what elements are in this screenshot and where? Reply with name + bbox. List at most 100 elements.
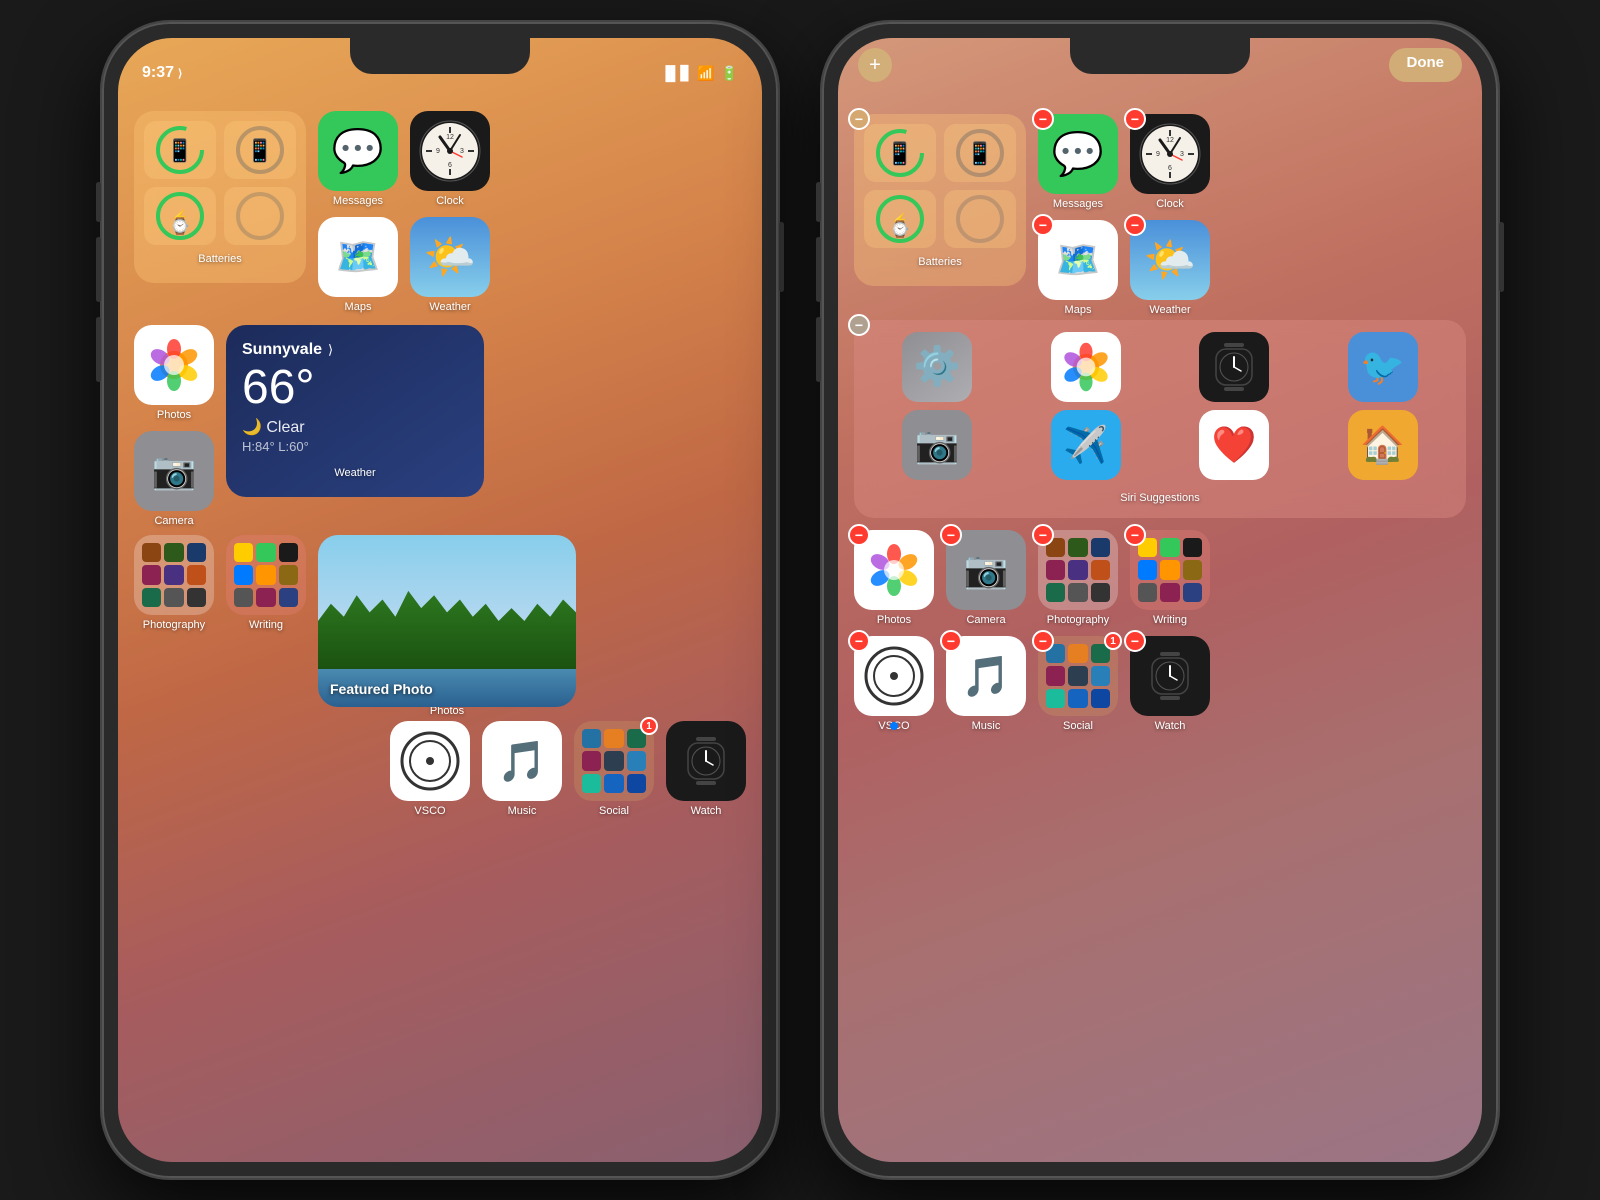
right-watch-app[interactable]: − Watch: [1130, 636, 1210, 732]
add-widget-button[interactable]: +: [858, 48, 892, 82]
right-maps-app[interactable]: − 🗺️ Maps: [1038, 220, 1118, 316]
twitterrific-app[interactable]: 🐦: [1314, 332, 1453, 402]
weather-hi-lo: H:84° L:60°: [242, 439, 468, 454]
svg-text:3: 3: [1180, 151, 1184, 158]
vsco-new-dot: [890, 722, 898, 730]
right-music-label: Music: [972, 720, 1001, 732]
vsco-app[interactable]: VSCO: [390, 721, 470, 817]
svg-text:📱: 📱: [166, 138, 193, 163]
siri-photos-app[interactable]: [1017, 332, 1156, 402]
right-clock-label: Clock: [1156, 198, 1184, 210]
right-writing-folder[interactable]: − Writing: [1130, 530, 1210, 626]
right-weather-label: Weather: [1149, 304, 1190, 316]
siri-label: Siri Suggestions: [1120, 492, 1200, 504]
right-batteries-label: Batteries: [918, 256, 961, 268]
messages-app[interactable]: 💬 Messages: [318, 111, 398, 207]
maps-app[interactable]: 🗺️ Maps: [318, 217, 398, 313]
right-phone: + Done 📱: [820, 20, 1500, 1180]
siri-suggestions-folder[interactable]: ⚙️: [854, 320, 1466, 518]
weather-city: Sunnyvale: [242, 341, 322, 359]
featured-photo-widget[interactable]: Featured Photo Photos: [318, 535, 576, 707]
siri-camera-app[interactable]: 📷: [868, 410, 1007, 480]
delete-vsco-button[interactable]: −: [848, 630, 870, 652]
delete-writing-button[interactable]: −: [1124, 524, 1146, 546]
delete-batteries-button[interactable]: −: [848, 108, 870, 130]
delete-siri-button[interactable]: −: [848, 314, 870, 336]
location-arrow: ⟩: [328, 342, 333, 358]
telegram-icon: ✈️: [1051, 410, 1121, 480]
home-app[interactable]: 🏠: [1314, 410, 1453, 480]
right-photography-label: Photography: [1047, 614, 1109, 626]
right-photography-folder[interactable]: − Photography: [1038, 530, 1118, 626]
watch-app[interactable]: Watch: [666, 721, 746, 817]
home-content: 📱 📱 ⚡ ⌚: [118, 93, 762, 1162]
vsco-label: VSCO: [414, 805, 445, 817]
maps-label: Maps: [345, 301, 372, 313]
telegram-app[interactable]: ✈️: [1017, 410, 1156, 480]
delete-photos-button[interactable]: −: [848, 524, 870, 546]
camera-icon: 📷: [134, 431, 214, 511]
svg-text:9: 9: [436, 148, 440, 155]
weather-temp: 66°: [242, 364, 468, 412]
social-folder[interactable]: 1 Social: [574, 721, 654, 817]
svg-text:⌚: ⌚: [170, 217, 190, 236]
weather-app[interactable]: 🌤️ Weather: [410, 217, 490, 313]
delete-social-button[interactable]: −: [1032, 630, 1054, 652]
health-icon: ❤️: [1199, 410, 1269, 480]
delete-watch-button[interactable]: −: [1124, 630, 1146, 652]
delete-clock-button[interactable]: −: [1124, 108, 1146, 130]
svg-text:6: 6: [448, 162, 452, 169]
music-icon: 🎵: [482, 721, 562, 801]
svg-text:📱: 📱: [246, 138, 273, 163]
photos-app[interactable]: Photos: [134, 325, 214, 421]
photos-icon: [134, 325, 214, 405]
social-badge: 1: [640, 717, 658, 735]
delete-camera-button[interactable]: −: [940, 524, 962, 546]
siri-photos-icon: [1051, 332, 1121, 402]
weather-widget[interactable]: Sunnyvale ⟩ 66° 🌙 Clear H:84° L:60° Weat…: [226, 325, 484, 497]
right-camera-label: Camera: [966, 614, 1005, 626]
status-time: 9:37 ⟩: [142, 64, 182, 82]
delete-messages-button[interactable]: −: [1032, 108, 1054, 130]
right-music-app[interactable]: − 🎵 Music: [946, 636, 1026, 732]
settings-app[interactable]: ⚙️: [868, 332, 1007, 402]
delete-maps-button[interactable]: −: [1032, 214, 1054, 236]
watch-face-icon: [1199, 332, 1269, 402]
right-messages-app[interactable]: − 💬 Messages: [1038, 114, 1118, 210]
location-icon: ⟩: [178, 67, 182, 80]
right-writing-label: Writing: [1153, 614, 1187, 626]
right-social-label: Social: [1063, 720, 1093, 732]
clock-app[interactable]: 12 3 6 9 Clock: [410, 111, 490, 207]
weather-app-icon: 🌤️: [410, 217, 490, 297]
right-weather-app[interactable]: − 🌤️ Weather: [1130, 220, 1210, 316]
right-social-folder[interactable]: − 1 Social: [1038, 636, 1118, 732]
svg-text:📱: 📱: [886, 141, 913, 166]
batteries-label: Batteries: [198, 253, 241, 265]
svg-text:📱: 📱: [966, 141, 993, 166]
watch-face-app[interactable]: [1165, 332, 1304, 402]
right-photos-app[interactable]: − Photos: [854, 530, 934, 626]
watch-label: Watch: [691, 805, 722, 817]
delete-music-button[interactable]: −: [940, 630, 962, 652]
clock-label: Clock: [436, 195, 464, 207]
social-folder-icon: 1: [574, 721, 654, 801]
camera-app[interactable]: 📷 Camera: [134, 431, 214, 527]
photography-folder-icon: [134, 535, 214, 615]
camera-label: Camera: [154, 515, 193, 527]
health-app[interactable]: ❤️: [1165, 410, 1304, 480]
right-batteries-widget[interactable]: 📱 📱 ⚡: [854, 114, 1026, 286]
right-clock-app[interactable]: −: [1130, 114, 1210, 210]
right-notch: [1070, 38, 1250, 74]
photography-folder[interactable]: Photography: [134, 535, 214, 631]
featured-photo-label: Featured Photo: [330, 681, 433, 697]
batteries-widget[interactable]: 📱 📱 ⚡ ⌚: [134, 111, 306, 283]
done-button[interactable]: Done: [1389, 48, 1463, 82]
right-camera-app[interactable]: − 📷 Camera: [946, 530, 1026, 626]
signal-icon: ▐▌▊: [661, 65, 692, 82]
wifi-icon: 📶: [697, 65, 714, 82]
delete-weather-button[interactable]: −: [1124, 214, 1146, 236]
delete-photography-button[interactable]: −: [1032, 524, 1054, 546]
writing-folder[interactable]: Writing: [226, 535, 306, 631]
music-app[interactable]: 🎵 Music: [482, 721, 562, 817]
right-vsco-app[interactable]: − VSCO: [854, 636, 934, 732]
